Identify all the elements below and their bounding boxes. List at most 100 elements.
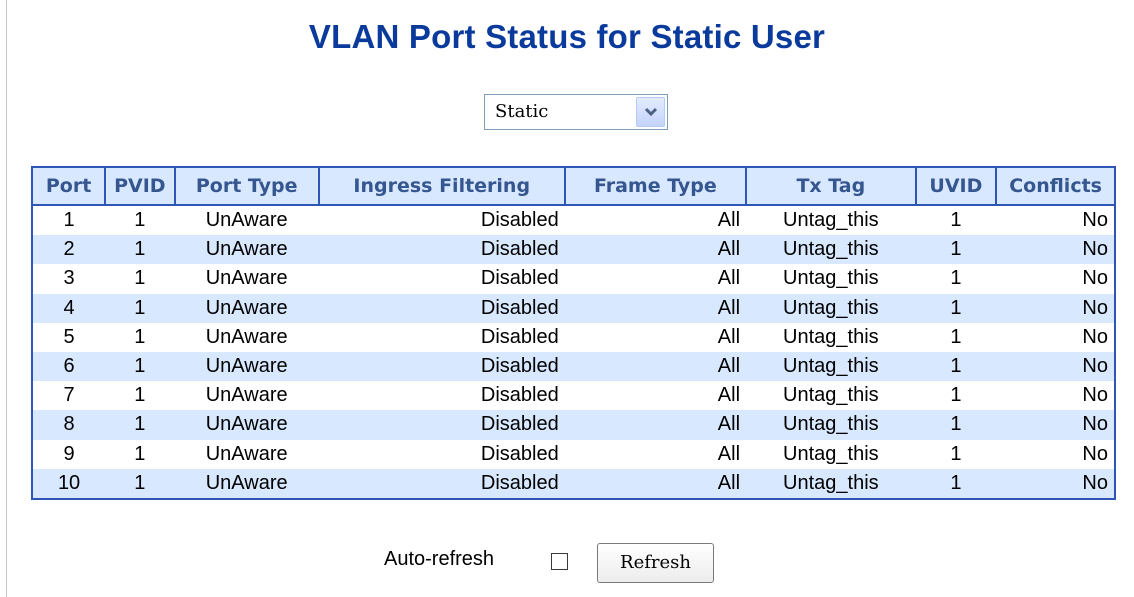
user-select[interactable]: Static — [484, 94, 668, 130]
cell-conflicts: No — [996, 235, 1115, 265]
chevron-down-icon — [644, 107, 658, 117]
vlan-port-status-table: Port PVID Port Type Ingress Filtering Fr… — [31, 166, 1116, 500]
col-header-port-type: Port Type — [173, 167, 319, 206]
cell-port: 3 — [63, 267, 75, 290]
cell-frame-type: All — [717, 209, 741, 232]
table-row: 4 1 UnAware Disabled All Untag_this 1 No — [32, 293, 1115, 323]
user-select-dropdown-button[interactable] — [636, 97, 665, 127]
cell-frame-type: All — [564, 410, 747, 440]
cell-port-type: UnAware — [174, 235, 319, 265]
cell-conflicts: No — [1082, 442, 1108, 465]
cell-tx-tag: Untag_this — [783, 209, 879, 232]
cell-ingress-filtering: Disabled — [318, 410, 565, 440]
cell-conflicts: No — [996, 410, 1115, 440]
col-header-ingress-filtering: Ingress Filtering — [317, 167, 565, 206]
cell-ingress-filtering: Disabled — [318, 293, 565, 323]
table-row: 6 1 UnAware Disabled All Untag_this 1 No — [32, 351, 1115, 382]
refresh-button[interactable]: Refresh — [597, 543, 714, 583]
cell-frame-type: All — [717, 267, 741, 290]
cell-frame-type: All — [717, 325, 741, 348]
cell-pvid: 1 — [134, 384, 146, 407]
cell-pvid: 1 — [134, 209, 146, 232]
table-row: 2 1 UnAware Disabled All Untag_this 1 No — [32, 235, 1115, 265]
cell-uvid: 1 — [915, 410, 997, 440]
cell-ingress-filtering: Disabled — [318, 351, 565, 382]
user-select-value: Static — [495, 101, 549, 122]
cell-frame-type: All — [564, 235, 747, 265]
cell-port-type: UnAware — [174, 293, 319, 323]
cell-uvid: 1 — [950, 325, 962, 348]
cell-uvid: 1 — [915, 293, 997, 323]
cell-uvid: 1 — [915, 468, 997, 499]
cell-port-type: UnAware — [174, 351, 319, 382]
table-row: 3 1 UnAware Disabled All Untag_this 1 No — [32, 264, 1115, 293]
cell-conflicts: No — [996, 351, 1115, 382]
cell-ingress-filtering: Disabled — [480, 442, 559, 465]
table-row: 5 1 UnAware Disabled All Untag_this 1 No — [32, 323, 1115, 352]
cell-ingress-filtering: Disabled — [318, 468, 565, 499]
cell-conflicts: No — [1082, 209, 1108, 232]
col-header-port: Port — [32, 167, 106, 206]
cell-ingress-filtering: Disabled — [480, 384, 559, 407]
cell-port: 7 — [63, 384, 75, 407]
cell-port-type: UnAware — [174, 468, 319, 499]
cell-pvid: 1 — [105, 410, 175, 440]
cell-port-type: UnAware — [205, 325, 288, 348]
cell-conflicts: No — [996, 468, 1115, 499]
cell-uvid: 1 — [950, 209, 962, 232]
cell-uvid: 1 — [915, 351, 997, 382]
cell-tx-tag: Untag_this — [783, 267, 879, 290]
cell-port: 1 — [63, 209, 75, 232]
cell-frame-type: All — [564, 351, 747, 382]
cell-conflicts: No — [1082, 384, 1108, 407]
cell-port: 4 — [32, 293, 106, 323]
table-row: 9 1 UnAware Disabled All Untag_this 1 No — [32, 440, 1115, 469]
cell-port-type: UnAware — [205, 209, 288, 232]
cell-ingress-filtering: Disabled — [318, 235, 565, 265]
cell-tx-tag: Untag_this — [746, 468, 916, 499]
cell-tx-tag: Untag_this — [746, 351, 916, 382]
cell-frame-type: All — [564, 293, 747, 323]
auto-refresh-checkbox[interactable] — [551, 553, 568, 570]
cell-port-type: UnAware — [174, 410, 319, 440]
cell-ingress-filtering: Disabled — [480, 209, 559, 232]
cell-port: 9 — [63, 442, 75, 465]
page-title: VLAN Port Status for Static User — [308, 18, 826, 55]
auto-refresh-label: Auto-refresh — [384, 548, 495, 570]
cell-tx-tag: Untag_this — [746, 235, 916, 265]
cell-ingress-filtering: Disabled — [480, 267, 559, 290]
cell-pvid: 1 — [134, 325, 146, 348]
cell-pvid: 1 — [105, 351, 175, 382]
cell-uvid: 1 — [950, 442, 962, 465]
cell-port: 5 — [63, 325, 75, 348]
cell-port-type: UnAware — [205, 442, 288, 465]
cell-port: 10 — [32, 468, 106, 499]
cell-frame-type: All — [564, 468, 747, 499]
cell-port: 2 — [32, 235, 106, 265]
cell-tx-tag: Untag_this — [783, 325, 879, 348]
cell-port: 8 — [32, 410, 106, 440]
cell-conflicts: No — [996, 293, 1115, 323]
col-header-frame-type: Frame Type — [563, 167, 747, 206]
cell-pvid: 1 — [105, 293, 175, 323]
table-row: 7 1 UnAware Disabled All Untag_this 1 No — [32, 381, 1115, 410]
cell-pvid: 1 — [134, 267, 146, 290]
cell-tx-tag: Untag_this — [746, 410, 916, 440]
cell-tx-tag: Untag_this — [783, 442, 879, 465]
cell-uvid: 1 — [950, 384, 962, 407]
cell-conflicts: No — [1082, 267, 1108, 290]
cell-pvid: 1 — [134, 442, 146, 465]
cell-frame-type: All — [717, 442, 741, 465]
cell-port: 6 — [32, 351, 106, 382]
cell-uvid: 1 — [950, 267, 962, 290]
cell-frame-type: All — [717, 384, 741, 407]
cell-pvid: 1 — [105, 468, 175, 499]
cell-ingress-filtering: Disabled — [480, 325, 559, 348]
cell-tx-tag: Untag_this — [746, 293, 916, 323]
cell-port-type: UnAware — [205, 267, 288, 290]
cell-port-type: UnAware — [205, 384, 288, 407]
cell-tx-tag: Untag_this — [783, 384, 879, 407]
cell-pvid: 1 — [105, 235, 175, 265]
col-header-tx-tag: Tx Tag — [745, 167, 916, 206]
col-header-pvid: PVID — [104, 167, 175, 206]
